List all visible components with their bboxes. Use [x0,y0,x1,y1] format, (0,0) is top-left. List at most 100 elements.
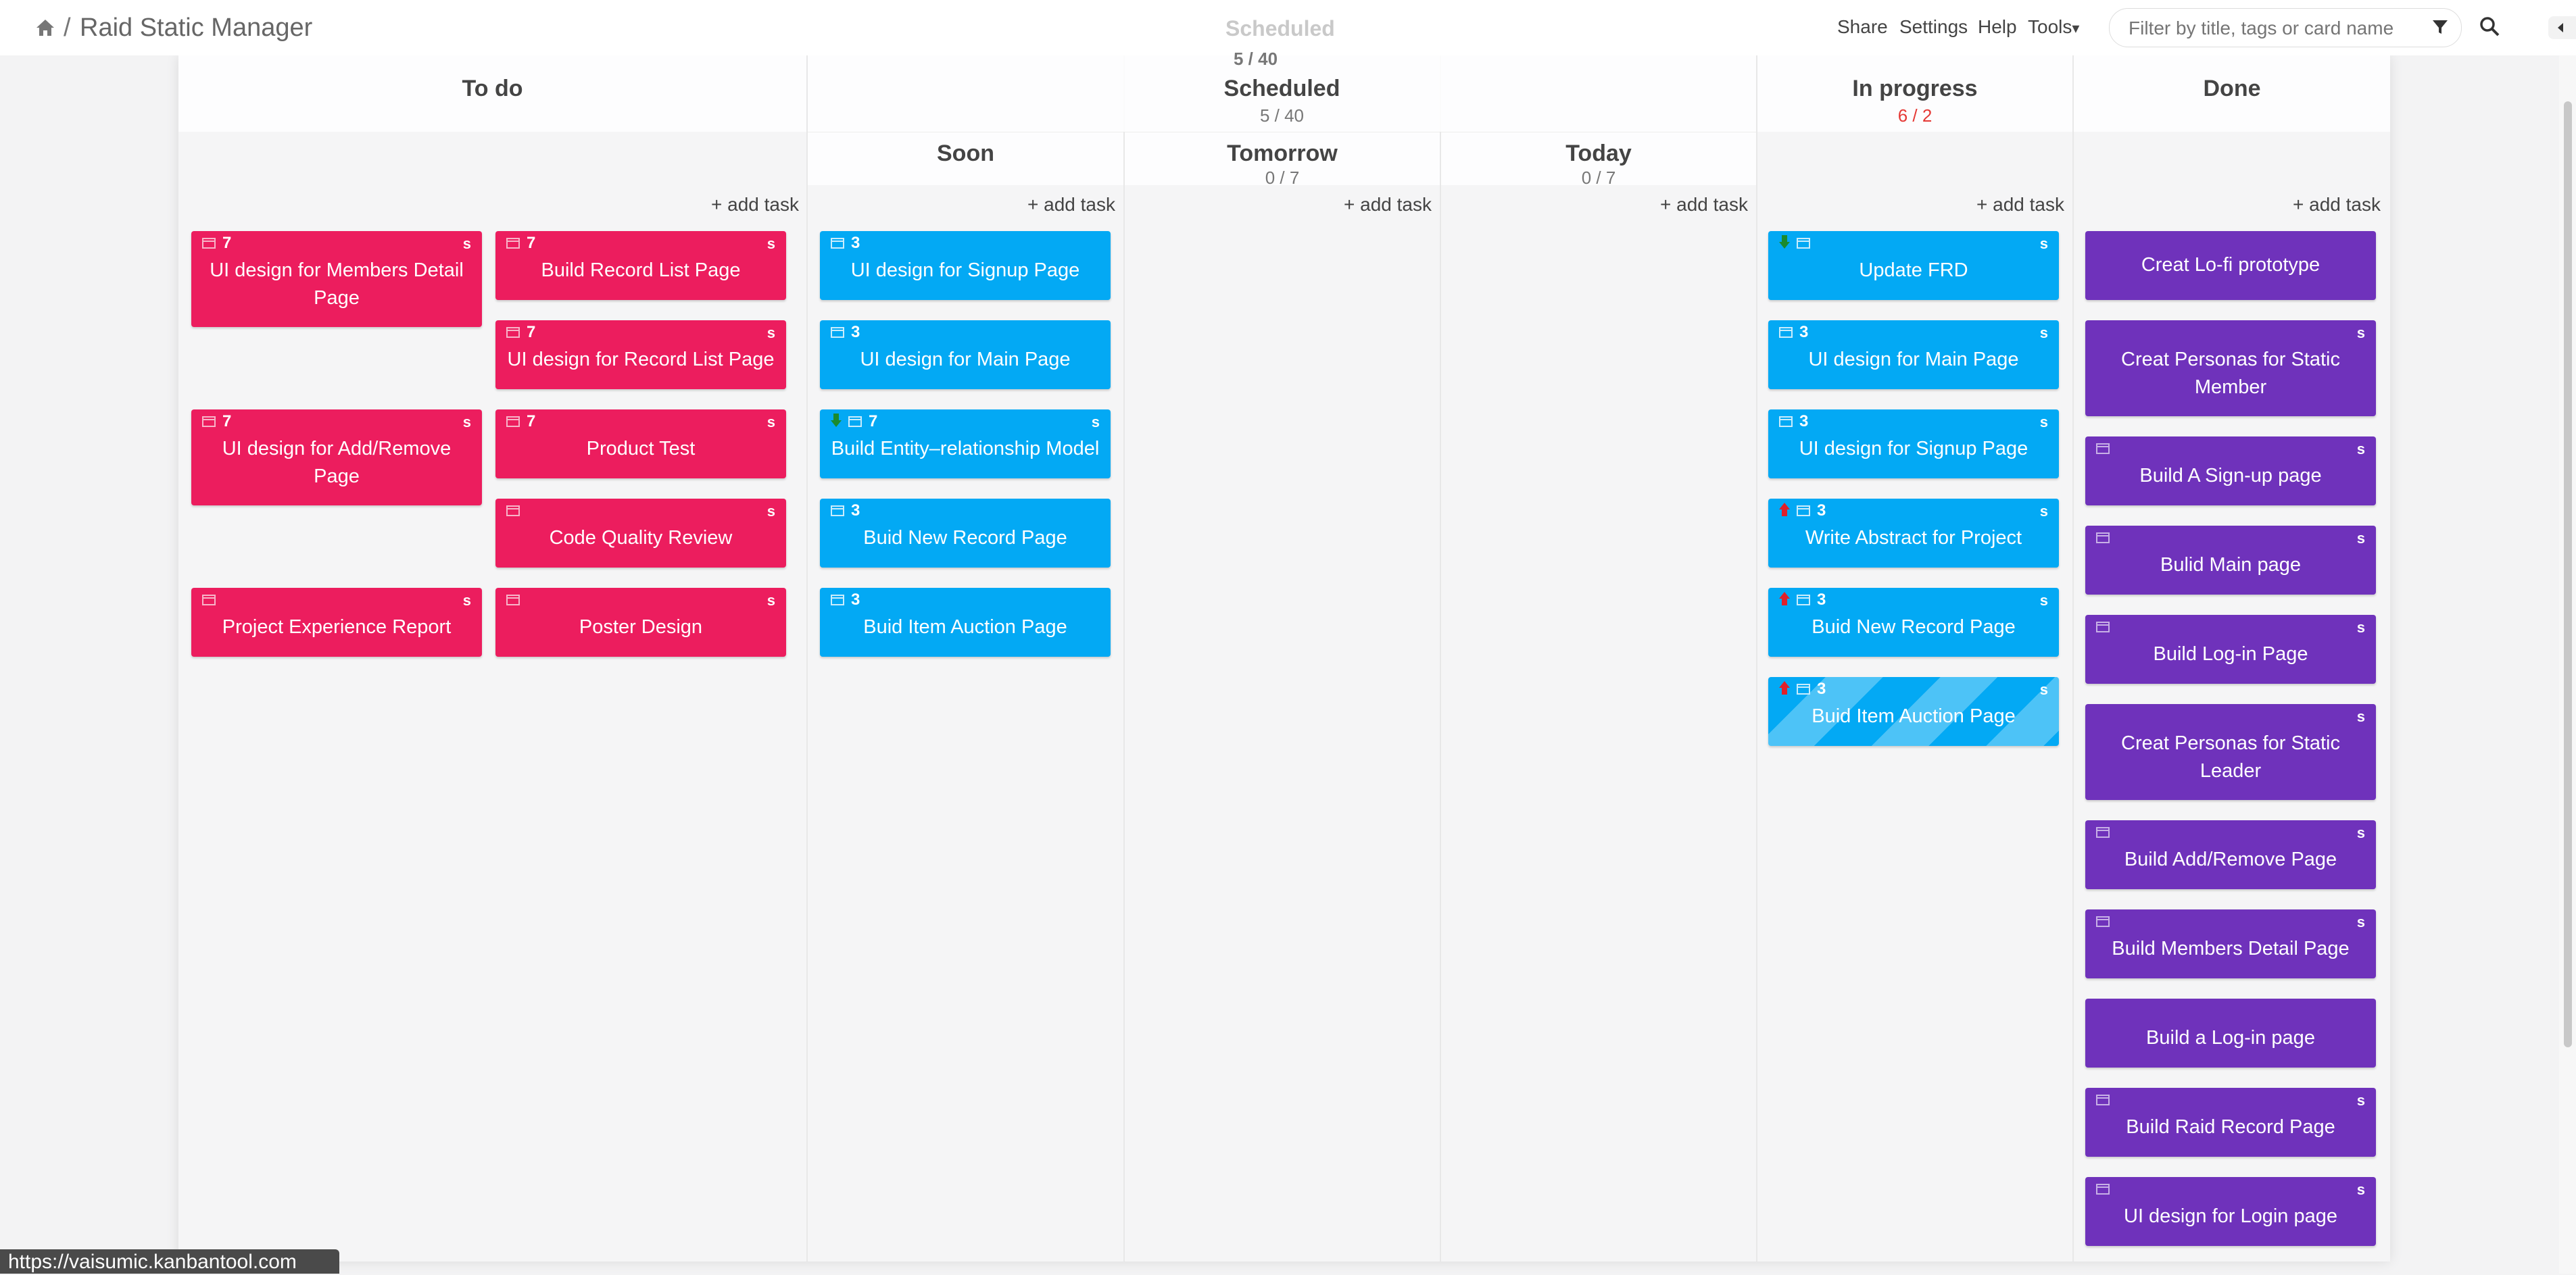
calendar-icon [506,327,520,338]
task-card[interactable]: s Build A Sign-up page [2085,436,2376,505]
subcolumn-count: 0 / 7 [1581,168,1616,188]
card-title: Build Record List Page [541,259,741,281]
task-card[interactable]: Creat Lo-fi prototype [2085,231,2376,300]
calendar-icon [506,238,520,249]
calendar-icon [831,327,844,338]
home-icon[interactable] [35,18,55,38]
calendar-icon [1779,416,1793,427]
add-task-done[interactable]: + add task [2293,194,2381,216]
task-card[interactable]: 3 Buid New Record Page [820,499,1111,568]
card-title: Build a Log-in page [2146,1027,2315,1049]
task-card[interactable]: s Creat Personas for Static Member [2085,320,2376,416]
calendar-icon [1797,595,1810,605]
task-card[interactable]: 3 UI design for Signup Page [820,231,1111,300]
task-card[interactable]: 3 s Buid Item Auction Page [1768,677,2059,746]
card-size-badge: s [2039,681,2048,698]
task-card[interactable]: s UI design for Login page [2085,1177,2376,1246]
card-title: Poster Design [579,616,703,638]
card-size-badge: s [767,235,775,252]
card-estimate: 3 [1817,591,1826,609]
calendar-icon [506,416,520,427]
arrow-up-icon [1779,592,1790,605]
card-size-badge: s [2356,619,2365,636]
task-card[interactable]: 3 s UI design for Signup Page [1768,409,2059,478]
card-size-badge: s [2039,592,2048,609]
task-card[interactable]: s Code Quality Review [495,499,786,568]
filter-input[interactable] [2127,16,2421,41]
board-title[interactable]: Raid Static Manager [80,14,312,43]
help-menu[interactable]: Help [1978,16,2017,38]
column-title: In progress [1852,76,1978,101]
calendar-icon [202,416,216,427]
task-card[interactable]: 7 s Build Record List Page [495,231,786,300]
task-card[interactable]: 7 s UI design for Record List Page [495,320,786,389]
task-card[interactable]: s Build Raid Record Page [2085,1088,2376,1157]
card-size-badge: s [1091,414,1100,430]
add-task-today[interactable]: + add task [1660,194,1748,216]
task-card[interactable]: 3 s Write Abstract for Project [1768,499,2059,568]
calendar-icon [2096,1184,2110,1195]
column-divider [1440,55,1441,1261]
column-header-todo: To do [178,55,806,132]
card-size-badge: s [2039,324,2048,341]
card-estimate: 3 [851,501,860,520]
search-icon[interactable] [2478,15,2501,38]
calendar-icon [506,595,520,605]
share-menu[interactable]: Share [1837,16,1888,38]
filter-icon[interactable] [2431,18,2450,36]
task-card[interactable]: 3 UI design for Main Page [820,320,1111,389]
task-card[interactable]: s Update FRD [1768,231,2059,300]
card-size-badge: s [2039,235,2048,252]
task-card[interactable]: 7 s UI design for Members Detail Page [191,231,482,327]
card-title: UI design for Main Page [1808,349,2019,370]
settings-menu[interactable]: Settings [1899,16,1968,38]
task-card[interactable]: 7 s UI design for Add/Remove Page [191,409,482,505]
add-task-in-progress[interactable]: + add task [1976,194,2064,216]
task-card[interactable]: 7 s Product Test [495,409,786,478]
arrow-up-icon [1779,503,1790,516]
column-divider [806,55,808,1261]
card-title: Build Entity–relationship Model [831,438,1100,459]
calendar-icon [2096,532,2110,543]
task-card[interactable]: s Bulid Main page [2085,526,2376,595]
sidebar-toggle[interactable] [2548,16,2576,39]
column-title: Scheduled [1223,76,1340,101]
tools-menu[interactable]: Tools▾ [2028,16,2079,38]
card-title: Bulid Main page [2160,554,2301,576]
task-card[interactable]: s Build Add/Remove Page [2085,820,2376,889]
card-size-badge: s [2039,414,2048,430]
scrollbar-thumb[interactable] [2564,101,2572,1047]
task-card[interactable]: s Build Members Detail Page [2085,909,2376,978]
calendar-icon [2096,1095,2110,1105]
task-card[interactable]: s Creat Personas for Static Leader [2085,704,2376,800]
card-title: Project Experience Report [222,616,452,638]
card-size-badge: s [767,592,775,609]
task-card[interactable]: s Poster Design [495,588,786,657]
task-card[interactable]: s Build Log-in Page [2085,615,2376,684]
card-size-badge: s [2356,824,2365,841]
add-task-tomorrow[interactable]: + add task [1344,194,1432,216]
card-size-badge: s [767,324,775,341]
task-card[interactable]: 7 s Build Entity–relationship Model [820,409,1111,478]
task-card[interactable]: 3 s Buid New Record Page [1768,588,2059,657]
task-card[interactable]: 3 s UI design for Main Page [1768,320,2059,389]
task-card[interactable]: s Project Experience Report [191,588,482,657]
column-divider [1123,55,1125,1261]
card-title: Buid New Record Page [1812,616,2016,638]
subcolumn-title: Soon [937,141,994,166]
card-title: Build A Sign-up page [2139,465,2322,486]
column-title: Done [2203,76,2261,101]
card-size-badge: s [2356,530,2365,547]
calendar-icon [2096,443,2110,454]
column-title: To do [462,76,523,101]
task-card[interactable]: 3 Buid Item Auction Page [820,588,1111,657]
card-title: Update FRD [1859,259,1968,281]
column-count: 5 / 40 [1259,105,1305,126]
task-card[interactable]: Build a Log-in page [2085,999,2376,1068]
add-task-todo[interactable]: + add task [711,194,799,216]
calendar-icon [1797,505,1810,516]
calendar-icon [202,238,216,249]
card-estimate: 3 [1817,680,1826,698]
card-estimate: 3 [1799,323,1809,341]
add-task-soon[interactable]: + add task [1027,194,1115,216]
